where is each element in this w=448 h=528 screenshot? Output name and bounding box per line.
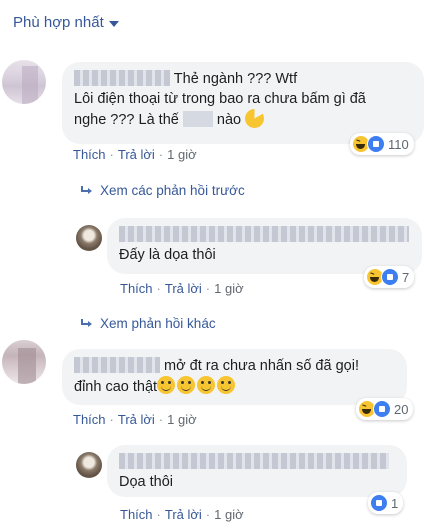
comment-text: nào: [216, 112, 242, 128]
sort-dropdown[interactable]: Phù hợp nhất: [13, 14, 119, 31]
reply-actions: Thích · Trả lời · 1 giờ: [120, 507, 244, 522]
reply-text: Đấy là dọa thôi: [119, 247, 216, 263]
avatar[interactable]: [76, 225, 102, 251]
comment-text: đỉnh cao thật: [74, 379, 158, 395]
pacman-emoji-icon: [245, 109, 265, 128]
smile-emoji-icon: [157, 376, 176, 394]
view-more-replies[interactable]: Xem phản hồi khác: [80, 316, 216, 331]
comment-text: Lôi điện thoại từ trong bao ra chưa bấm …: [74, 91, 366, 107]
avatar[interactable]: [76, 452, 102, 478]
comment-actions: Thích · Trả lời · 1 giờ: [73, 412, 197, 427]
author-name[interactable]: [119, 226, 409, 242]
like-icon: [370, 494, 388, 512]
comment-bubble: mở đt ra chưa nhấn số đã gọi! đỉnh cao t…: [62, 349, 407, 405]
like-link[interactable]: Thích: [120, 281, 153, 296]
sort-label: Phù hợp nhất: [13, 14, 104, 31]
reaction-count: 20: [394, 401, 409, 417]
reply-text: Dọa thôi: [119, 474, 174, 490]
smile-emoji-icon: [197, 376, 216, 394]
author-name[interactable]: [74, 70, 170, 86]
comment-text: nghe ??? Là thế: [74, 112, 179, 128]
like-icon: [373, 400, 391, 418]
avatar[interactable]: [2, 60, 46, 104]
smile-emoji-icon: [217, 376, 236, 394]
reply-link[interactable]: Trả lời: [165, 507, 202, 522]
like-link[interactable]: Thích: [120, 507, 153, 522]
comment-actions: Thích · Trả lời · 1 giờ: [73, 147, 197, 162]
author-name[interactable]: [74, 357, 160, 373]
reaction-count: 110: [388, 136, 409, 152]
reply-link[interactable]: Trả lời: [165, 281, 202, 296]
author-name[interactable]: [119, 453, 389, 469]
reply-arrow-icon: [80, 185, 92, 196]
comment-bubble: Thẻ ngành ??? Wtf Lôi điện thoại từ tron…: [62, 62, 424, 144]
like-link[interactable]: Thích: [73, 412, 106, 427]
reply-link[interactable]: Trả lời: [118, 147, 155, 162]
timestamp[interactable]: 1 giờ: [167, 412, 197, 427]
avatar[interactable]: [2, 340, 46, 384]
reactions-summary[interactable]: 7: [364, 266, 415, 288]
view-previous-label: Xem các phản hồi trước: [100, 183, 245, 198]
timestamp[interactable]: 1 giờ: [214, 281, 244, 296]
timestamp[interactable]: 1 giờ: [214, 507, 244, 522]
reply-actions: Thích · Trả lời · 1 giờ: [120, 281, 244, 296]
redacted-text: [182, 111, 213, 127]
reaction-count: 7: [402, 269, 410, 285]
reply-link[interactable]: Trả lời: [118, 412, 155, 427]
smile-emoji-icon: [177, 376, 196, 394]
reaction-count: 1: [391, 495, 399, 511]
like-icon: [367, 135, 385, 153]
comment-text: Thẻ ngành ??? Wtf: [173, 71, 298, 87]
caret-down-icon: [108, 20, 119, 27]
reactions-summary[interactable]: 20: [356, 398, 414, 420]
reactions-summary[interactable]: 1: [368, 492, 404, 514]
comment-text: mở đt ra chưa nhấn số đã gọi!: [164, 358, 359, 374]
like-link[interactable]: Thích: [73, 147, 106, 162]
view-previous-replies[interactable]: Xem các phản hồi trước: [80, 183, 245, 198]
view-more-label: Xem phản hồi khác: [100, 316, 216, 331]
timestamp[interactable]: 1 giờ: [167, 147, 197, 162]
reply-arrow-icon: [80, 318, 92, 329]
reply-bubble: Dọa thôi: [107, 445, 407, 497]
reactions-summary[interactable]: 110: [350, 133, 414, 155]
like-icon: [381, 268, 399, 286]
